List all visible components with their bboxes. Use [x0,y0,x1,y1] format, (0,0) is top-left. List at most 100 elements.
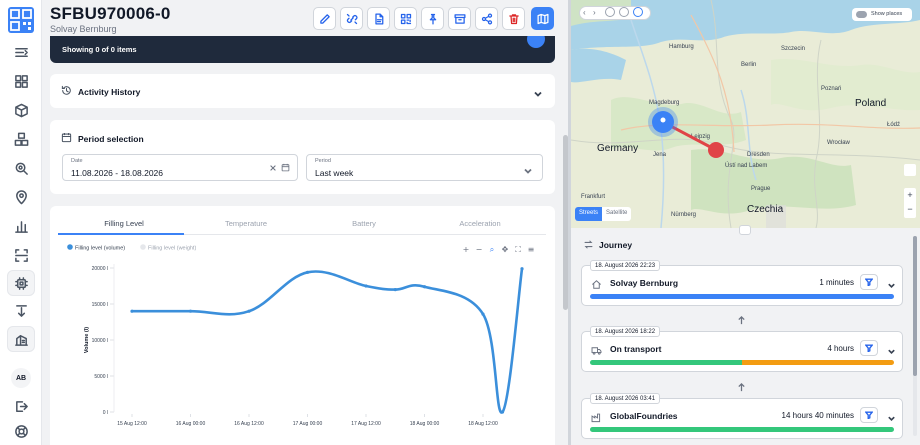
layer-satellite-button[interactable]: Satellite [602,207,631,221]
building-icon[interactable] [11,329,31,349]
legend-marker [140,244,146,250]
route-overlay [648,107,724,158]
filter-icon [865,344,873,352]
arrow-up-icon [737,379,747,392]
period-value: Last week [315,168,354,178]
archive-icon [453,13,466,24]
filter-button[interactable] [860,274,878,290]
qr-code-icon [400,13,411,24]
data-point [247,309,251,313]
document-button[interactable] [367,7,390,30]
map-locate-icon[interactable] [605,7,615,17]
box-icon[interactable] [11,100,31,120]
map-label-usti: Ústí nad Labem [725,163,768,169]
data-point [364,284,368,288]
legend-label: Filling level (volume) [75,246,125,252]
archive-button[interactable] [448,7,471,30]
tab-temperature[interactable]: Temperature [186,219,306,228]
map-label-dresden: Dresden [747,152,770,158]
x-tick-label: 17 Aug 12:00 [351,421,381,427]
map-label-hamburg: Hamburg [669,44,694,50]
location-pin-icon[interactable] [11,187,31,207]
journey-entry[interactable]: 18. August 2026 18:22 On transport 4 hou… [581,326,903,372]
map-canvas [571,0,920,228]
summary-action-button[interactable] [527,36,545,48]
zoom-out-button[interactable]: − [904,202,916,216]
page-subtitle: Solvay Bernburg [50,24,117,34]
filling-level-chart[interactable]: Filling level (volume) Filling level (wei… [50,236,550,431]
clear-icon[interactable] [269,164,277,172]
chart-toolbar-icon: + [463,245,470,254]
qr-code-button[interactable] [394,7,417,30]
panel-resize-handle[interactable] [739,225,751,235]
chevron-right-icon[interactable]: › [593,8,596,17]
map-toggle-button[interactable] [531,7,554,30]
period-select[interactable]: Period Last week [306,154,543,181]
calendar-picker-icon[interactable] [281,163,290,172]
zoom-controls: + − [904,188,916,218]
support-icon[interactable] [11,421,31,441]
y-tick-label: 0 l [103,410,108,416]
date-range-field[interactable]: Date 11.08.2026 - 18.08.2026 [62,154,298,181]
journey-bar-segment [590,360,742,365]
chevron-down-icon[interactable] [533,86,543,97]
chevron-down-icon[interactable] [887,410,896,428]
chevron-left-icon[interactable]: ‹ [583,8,586,17]
chart-toolbar-icon: ⛶ [514,245,521,254]
dashboard-icon[interactable] [11,71,31,91]
filter-button[interactable] [860,407,878,423]
map-label-germany: Germany [597,143,639,154]
delete-button[interactable] [502,7,525,30]
app: AB SFBU970006-0 Solvay Bernburg Showing … [0,0,920,445]
journey-date: 18. August 2026 18:22 [590,326,661,337]
scan-icon[interactable] [11,245,31,265]
journey-entry[interactable]: 18. August 2026 22:23 Solvay Bernburg 1 … [581,260,903,306]
zoom-in-button[interactable]: + [904,188,916,202]
map-label-prague: Prague [751,186,771,192]
destination-marker[interactable] [708,142,724,158]
pin-button[interactable] [421,7,444,30]
tab-active-underline [58,233,184,235]
legend-marker [67,244,73,250]
items-summary-text: Showing 0 of 0 items [62,45,137,54]
arrow-down-line-icon[interactable] [11,300,31,320]
chevron-down-icon[interactable] [887,343,896,361]
journey-bar-segment [590,427,894,432]
tab-battery[interactable]: Battery [304,219,424,228]
journey-progress-bar [590,294,894,299]
y-tick-label: 10000 l [92,338,108,344]
filter-icon [865,411,873,419]
fullscreen-button[interactable] [904,164,916,176]
chevron-down-icon [523,163,533,174]
home-icon [591,277,602,295]
unlink-button[interactable] [340,7,363,30]
bar-chart-icon[interactable] [11,216,31,236]
map-icon [536,13,549,24]
activity-history-card[interactable]: Activity History [50,74,555,108]
logout-icon[interactable] [11,396,31,416]
qr-logo-icon[interactable] [8,7,34,33]
chip-icon[interactable] [11,273,31,293]
layer-streets-button[interactable]: Streets [575,207,603,221]
journey-entry[interactable]: 18. August 2026 03:41 GlobalFoundries 14… [581,393,903,439]
map-close-icon[interactable] [633,7,643,17]
tab-filling-level[interactable]: Filling Level [64,219,184,228]
show-places-toggle[interactable]: Show places [852,8,912,21]
edit-button[interactable] [313,7,336,30]
avatar[interactable]: AB [11,368,31,388]
menu-collapse-icon[interactable] [11,42,31,62]
settings-search-icon[interactable] [11,158,31,178]
x-tick-label: 16 Aug 00:00 [176,421,206,427]
filter-button[interactable] [860,340,878,356]
tab-acceleration[interactable]: Acceleration [420,219,540,228]
map-label-czechia: Czechia [747,204,784,215]
date-value: 11.08.2026 - 18.08.2026 [71,168,164,178]
map-search-icon[interactable] [619,7,629,17]
journey-scrollbar-thumb[interactable] [913,236,917,376]
chevron-down-icon[interactable] [887,277,896,295]
map-label-wroclaw: Wrocław [827,140,850,146]
map-panel[interactable]: Berlin Hamburg Magdeburg Leipzig Dresden… [571,0,920,228]
journey-panel: Journey 18. August 2026 22:23 Solvay Ber… [571,225,920,445]
boxes-icon[interactable] [11,129,31,149]
share-button[interactable] [475,7,498,30]
